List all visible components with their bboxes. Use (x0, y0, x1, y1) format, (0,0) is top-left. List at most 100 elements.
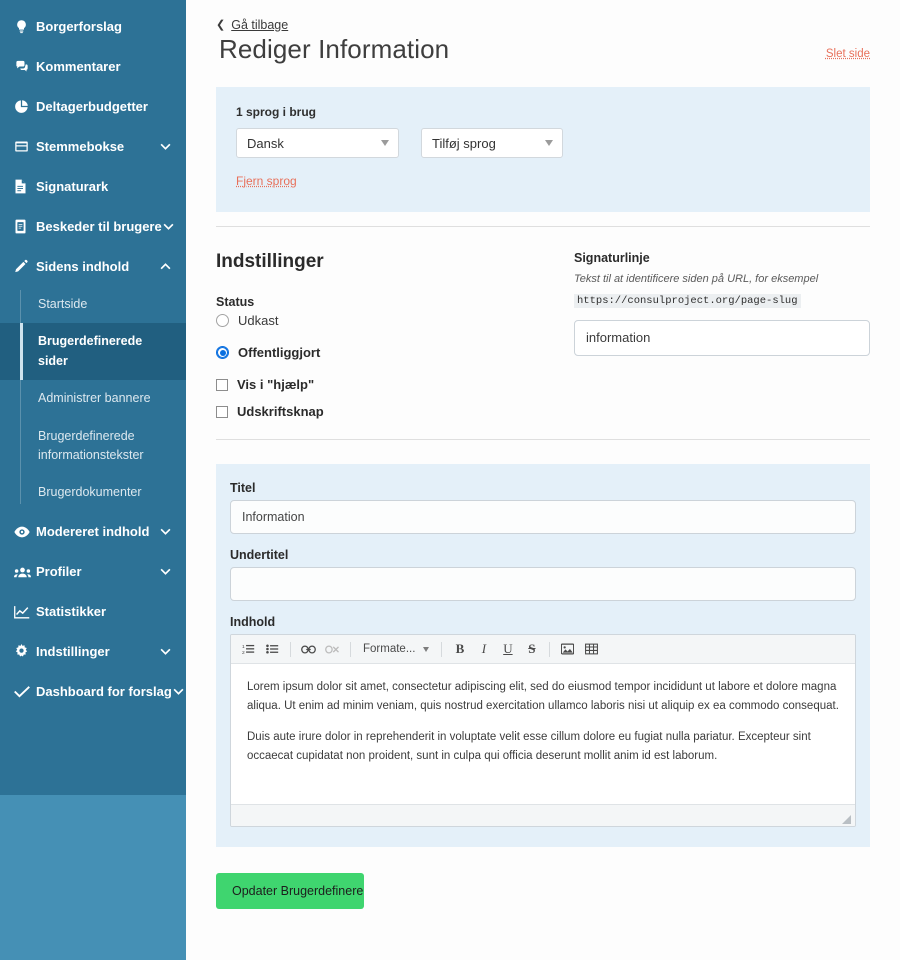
sidebar-item-sidens-indhold[interactable]: Sidens indhold (0, 246, 186, 286)
sidebar-subitem-startside[interactable]: Startside (0, 286, 186, 323)
title-input[interactable]: Information (230, 500, 856, 534)
add-language-select-value: Tilføj sprog (432, 136, 496, 151)
chevron-down-icon[interactable] (158, 648, 172, 655)
subtitle-input[interactable] (230, 567, 856, 601)
sidebar-subitem-brugerdefinerede-sider[interactable]: Brugerdefinerede sider (0, 323, 186, 380)
sidebar-item-label: Deltagerbudgetter (36, 99, 172, 114)
chevron-up-icon[interactable] (158, 263, 172, 270)
remove-language-link[interactable]: Fjern sprog (236, 174, 297, 188)
status-option-udkast[interactable]: Udkast (216, 313, 536, 328)
italic-icon[interactable]: I (472, 638, 495, 661)
numbered-list-icon[interactable]: 12 (237, 638, 260, 661)
bold-icon[interactable]: B (448, 638, 471, 661)
format-dropdown[interactable]: Formate... (357, 638, 435, 661)
sidebar-item-kommentarer[interactable]: Kommentarer (0, 46, 186, 86)
language-select[interactable]: Dansk (236, 128, 399, 158)
status-option-label: Offentliggjort (238, 345, 320, 360)
sidebar-nav: Borgerforslag Kommentarer Deltagerbudget… (0, 0, 186, 712)
radio-icon-selected[interactable] (216, 346, 229, 359)
chart-line-icon (14, 605, 36, 619)
chevron-down-icon[interactable] (172, 688, 186, 695)
back-link[interactable]: Gå tilbage (231, 18, 288, 32)
ballot-box-icon (14, 139, 36, 154)
sidebar-item-profiler[interactable]: Profiler (0, 552, 186, 592)
back-navigation[interactable]: ❮ Gå tilbage (216, 18, 870, 32)
toolbar-separator (441, 642, 442, 657)
sidebar-item-statistikker[interactable]: Statistikker (0, 592, 186, 632)
option-label: Udskriftsknap (237, 404, 324, 419)
sidebar-subitem-brugerdokumenter[interactable]: Brugerdokumenter (0, 474, 186, 511)
image-icon[interactable] (556, 638, 579, 661)
update-custom-page-button[interactable]: Opdater Brugerdefinere (216, 873, 364, 909)
gear-icon (14, 644, 36, 659)
toolbar-separator (549, 642, 550, 657)
table-icon[interactable] (580, 638, 603, 661)
sidebar-item-indstillinger[interactable]: Indstillinger (0, 632, 186, 672)
strikethrough-icon[interactable]: S (520, 638, 543, 661)
editor-toolbar: 12 Formate... (231, 635, 855, 664)
chevron-down-icon[interactable] (158, 528, 172, 535)
sidebar-item-signaturark[interactable]: Signaturark (0, 166, 186, 206)
comments-icon (14, 59, 36, 74)
editor-paragraph: Duis aute irure dolor in reprehenderit i… (247, 728, 839, 765)
signature-hint: Tekst til at identificere siden på URL, … (574, 269, 870, 312)
settings-section-title: Indstillinger (216, 251, 536, 273)
main-content: ❮ Gå tilbage Rediger Information Slet si… (186, 0, 900, 960)
content-label: Indhold (230, 615, 856, 629)
message-document-icon (14, 219, 36, 234)
sidebar-subitem-brugerdefinerede-informationstekster[interactable]: Brugerdefinerede informationstekster (0, 418, 150, 475)
link-icon[interactable] (297, 638, 320, 661)
signature-hint-code: https://consulproject.org/page-slug (574, 294, 801, 308)
chevron-down-icon (423, 647, 429, 652)
sidebar-item-stemmebokse[interactable]: Stemmebokse (0, 126, 186, 166)
svg-text:1: 1 (242, 644, 245, 650)
divider-bottom (216, 439, 870, 440)
sidebar-item-label: Sidens indhold (36, 259, 158, 274)
language-count-label: 1 sprog i brug (236, 105, 850, 119)
editor-footer (231, 804, 855, 826)
rich-text-editor: 12 Formate... (230, 634, 856, 827)
delete-page-link[interactable]: Slet side (826, 48, 870, 60)
option-vis-i-hjaelp[interactable]: Vis i "hjælp" (216, 377, 536, 392)
language-panel: 1 sprog i brug Dansk Tilføj sprog Fjern … (216, 87, 870, 212)
chevron-down-icon[interactable] (162, 223, 176, 230)
pie-chart-icon (14, 99, 36, 114)
add-language-select[interactable]: Tilføj sprog (421, 128, 563, 158)
sidebar-item-beskeder-til-brugere[interactable]: Beskeder til brugere (0, 206, 186, 246)
title-input-value: Information (242, 510, 305, 524)
bulleted-list-icon[interactable] (261, 638, 284, 661)
settings-row: Indstillinger Status Udkast Offentliggjo… (216, 251, 870, 419)
signature-label: Signaturlinje (574, 251, 870, 265)
sidebar-item-label: Profiler (36, 564, 158, 579)
chevron-down-icon[interactable] (158, 143, 172, 150)
users-icon (14, 565, 36, 579)
language-select-value: Dansk (247, 136, 284, 151)
check-icon (14, 685, 36, 698)
sidebar-item-label: Stemmebokse (36, 139, 158, 154)
editor-body[interactable]: Lorem ipsum dolor sit amet, consectetur … (231, 664, 855, 804)
underline-icon[interactable]: U (496, 638, 519, 661)
unlink-icon[interactable] (321, 638, 344, 661)
checkbox-icon[interactable] (216, 379, 228, 391)
sidebar-item-deltagerbudgetter[interactable]: Deltagerbudgetter (0, 86, 186, 126)
sidebar-item-modereret-indhold[interactable]: Modereret indhold (0, 512, 186, 552)
signature-input[interactable]: information (574, 320, 870, 356)
sidebar-item-dashboard-for-forslag[interactable]: Dashboard for forslag (0, 672, 186, 712)
lightbulb-icon (14, 19, 36, 34)
radio-icon[interactable] (216, 314, 229, 327)
chevron-down-icon[interactable] (158, 568, 172, 575)
option-label: Vis i "hjælp" (237, 377, 314, 392)
status-option-offentliggjort[interactable]: Offentliggjort (216, 345, 536, 360)
resize-handle-icon[interactable] (841, 812, 852, 823)
checkbox-icon[interactable] (216, 406, 228, 418)
sidebar-subitem-administrer-bannere[interactable]: Administrer bannere (0, 380, 186, 417)
settings-column: Indstillinger Status Udkast Offentliggjo… (216, 251, 536, 419)
chevron-down-icon (381, 140, 389, 146)
signature-input-value: information (586, 330, 650, 345)
chevron-down-icon (545, 140, 553, 146)
sidebar-subnav: Startside Brugerdefinerede sider Adminis… (0, 286, 186, 512)
divider-top (216, 226, 870, 227)
toolbar-separator (290, 642, 291, 657)
option-udskriftsknap[interactable]: Udskriftsknap (216, 404, 536, 419)
sidebar-item-borgerforslag[interactable]: Borgerforslag (0, 6, 186, 46)
